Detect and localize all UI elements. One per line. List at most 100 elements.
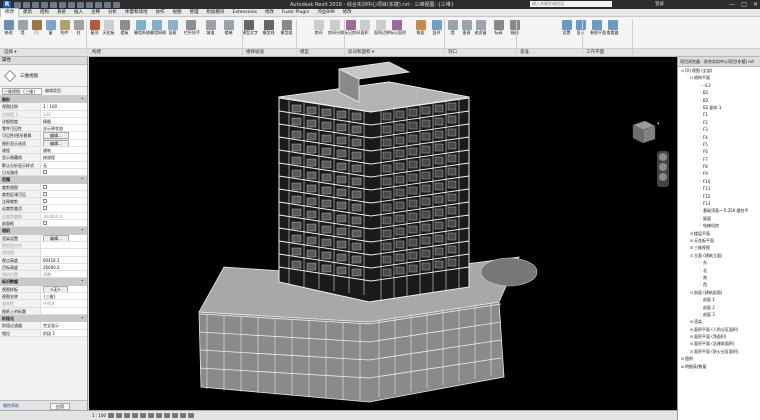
sign-in-button[interactable]: 登录 (655, 1, 664, 7)
ribbon-button[interactable]: 设置 (560, 18, 573, 48)
show-crop-icon[interactable] (156, 413, 163, 418)
browser-node[interactable]: ⊞面积平面 (人防分区面积) (678, 326, 760, 333)
view-instance-dropdown[interactable]: 三维视图: {三维} (2, 87, 42, 95)
browser-node[interactable]: · F7 (678, 156, 760, 163)
browser-node[interactable]: · 屋面 (678, 215, 760, 222)
text-icon[interactable] (68, 1, 75, 8)
ribbon-button[interactable]: 门 (30, 18, 43, 48)
browser-node[interactable]: · 剖面 3 (678, 311, 760, 318)
browser-node[interactable]: · F13 (678, 200, 760, 207)
ribbon-button[interactable]: 面积 (358, 18, 371, 48)
browser-node[interactable]: · F4 (678, 134, 760, 141)
browser-node[interactable]: · 北 (678, 267, 760, 274)
property-value[interactable]: 编辑... (40, 139, 87, 147)
browser-node[interactable]: · 电梯机房 (678, 222, 760, 229)
ribbon-tab[interactable]: 结构 (36, 9, 53, 17)
collapse-icon[interactable]: ⌃ (81, 176, 84, 183)
properties-help-link[interactable]: 属性帮助 (3, 401, 19, 410)
property-value[interactable] (40, 183, 87, 190)
maximize-button[interactable]: □ (741, 0, 747, 9)
ribbon-tab[interactable]: 视图 (169, 9, 186, 17)
ribbon-button[interactable]: 房间 (312, 18, 325, 48)
ribbon-tab[interactable]: 修改 (0, 8, 19, 17)
browser-node[interactable]: · F6 (678, 148, 760, 155)
ribbon-tab[interactable]: 分析 (104, 9, 121, 17)
reveal-hidden-icon[interactable] (180, 413, 187, 418)
property-checkbox[interactable] (43, 184, 47, 189)
ribbon-button[interactable]: 窗 (44, 18, 57, 48)
print-icon[interactable] (50, 1, 57, 8)
ribbon-tab[interactable]: 系统 (53, 9, 70, 17)
property-section-header[interactable]: 阶段化 ⌃ (0, 314, 87, 323)
ribbon-button[interactable]: 幕墙系统 (134, 18, 150, 48)
ribbon-button[interactable]: 模型文字 (242, 18, 258, 48)
property-checkbox[interactable] (43, 191, 47, 196)
property-checkbox[interactable] (43, 206, 47, 211)
browser-node[interactable]: ⊟[0] 视图 (全部) (678, 67, 760, 74)
3d-view-icon[interactable] (77, 1, 84, 8)
redo-icon[interactable] (41, 1, 48, 8)
ribbon-button[interactable]: 参照平面 (590, 18, 606, 48)
ribbon-button[interactable]: 栏杆扶手 (184, 18, 200, 48)
ribbon-button[interactable]: 标记房间 (344, 18, 360, 48)
collapse-icon[interactable]: ⌃ (81, 227, 84, 234)
browser-node[interactable]: ⊞面积平面 (防火分区面积) (678, 348, 760, 355)
thin-lines-icon[interactable] (95, 1, 102, 8)
zoom-icon[interactable] (659, 163, 667, 171)
property-value[interactable]: <无> (40, 285, 87, 293)
analytical-model-icon[interactable] (188, 413, 195, 418)
property-edit-button[interactable]: 编辑... (43, 132, 69, 139)
ribbon-tab[interactable]: 管理 (186, 9, 203, 17)
ribbon-tab[interactable]: 修改 (339, 9, 356, 17)
property-value[interactable]: 精细 (40, 117, 87, 125)
property-edit-button[interactable]: 编辑... (43, 139, 69, 147)
ribbon-button[interactable]: 房间分隔 (328, 18, 344, 48)
viewcube[interactable]: ▾ (621, 120, 661, 145)
browser-node[interactable]: · 南 (678, 274, 760, 281)
property-section-header[interactable]: 范围 ⌃ (0, 176, 87, 184)
property-value[interactable] (40, 307, 87, 314)
browser-node[interactable]: · F9 (678, 170, 760, 177)
ribbon-button[interactable]: 垂直 (460, 18, 473, 48)
ribbon-tab[interactable]: 插入 (70, 9, 87, 17)
ribbon-button[interactable]: 标记面积 (390, 18, 406, 48)
ribbon-button[interactable]: 老虎窗 (474, 18, 487, 48)
ribbon-button[interactable]: 楼板 (118, 18, 131, 48)
browser-node[interactable]: · F3 (678, 126, 760, 133)
ribbon-button[interactable]: 幕墙网格 (150, 18, 166, 48)
browser-node[interactable]: · F8 (678, 163, 760, 170)
ribbon-tab[interactable]: 协作 (152, 9, 169, 17)
ribbon-tab[interactable]: 体量和场地 (121, 9, 152, 17)
ribbon-button[interactable]: 构件 (58, 18, 71, 48)
ribbon-button[interactable]: 按面 (414, 18, 427, 48)
ribbon-button[interactable]: 竖井 (430, 18, 443, 48)
browser-node[interactable]: ⊞天花板平面 (678, 237, 760, 244)
detail-level-icon[interactable] (108, 413, 115, 418)
browser-node[interactable]: · F2 (678, 119, 760, 126)
close-button[interactable]: ✕ (753, 0, 758, 9)
browser-node[interactable]: · F11 (678, 185, 760, 192)
property-section-header[interactable]: 标识数据 ⌃ (0, 278, 87, 286)
browser-node[interactable]: ⊞图例 (678, 355, 760, 362)
ribbon-button[interactable]: 查看器 (606, 18, 619, 48)
shadows-icon[interactable] (132, 413, 139, 418)
property-value[interactable] (40, 220, 87, 227)
browser-node[interactable]: · F5 (678, 141, 760, 148)
unlock-view-icon[interactable] (164, 413, 171, 418)
property-checkbox[interactable] (43, 199, 47, 204)
property-section-header[interactable]: 图形 ⌃ (0, 96, 87, 104)
property-checkbox[interactable] (43, 169, 47, 174)
ribbon-tab[interactable]: 附加模块 (203, 9, 229, 17)
browser-node[interactable]: · 剖面 1 (678, 296, 760, 303)
measure-icon[interactable] (59, 1, 66, 8)
minimize-button[interactable]: — (729, 0, 735, 9)
browser-node[interactable]: · F1 (678, 111, 760, 118)
ribbon-tab[interactable]: Fuzor Plugin (278, 9, 313, 17)
apply-button[interactable]: 应用 (50, 403, 70, 410)
property-value[interactable]: 1 : 100 (40, 103, 87, 110)
browser-node[interactable]: ⊞面积平面 (净面积) (678, 333, 760, 340)
ribbon-button[interactable]: 标高 (492, 18, 505, 48)
property-value[interactable]: 无 (40, 161, 87, 168)
browser-node[interactable]: · 剖面 2 (678, 304, 760, 311)
browser-node[interactable]: ⊟剖面 (建筑剖面) (678, 289, 760, 296)
